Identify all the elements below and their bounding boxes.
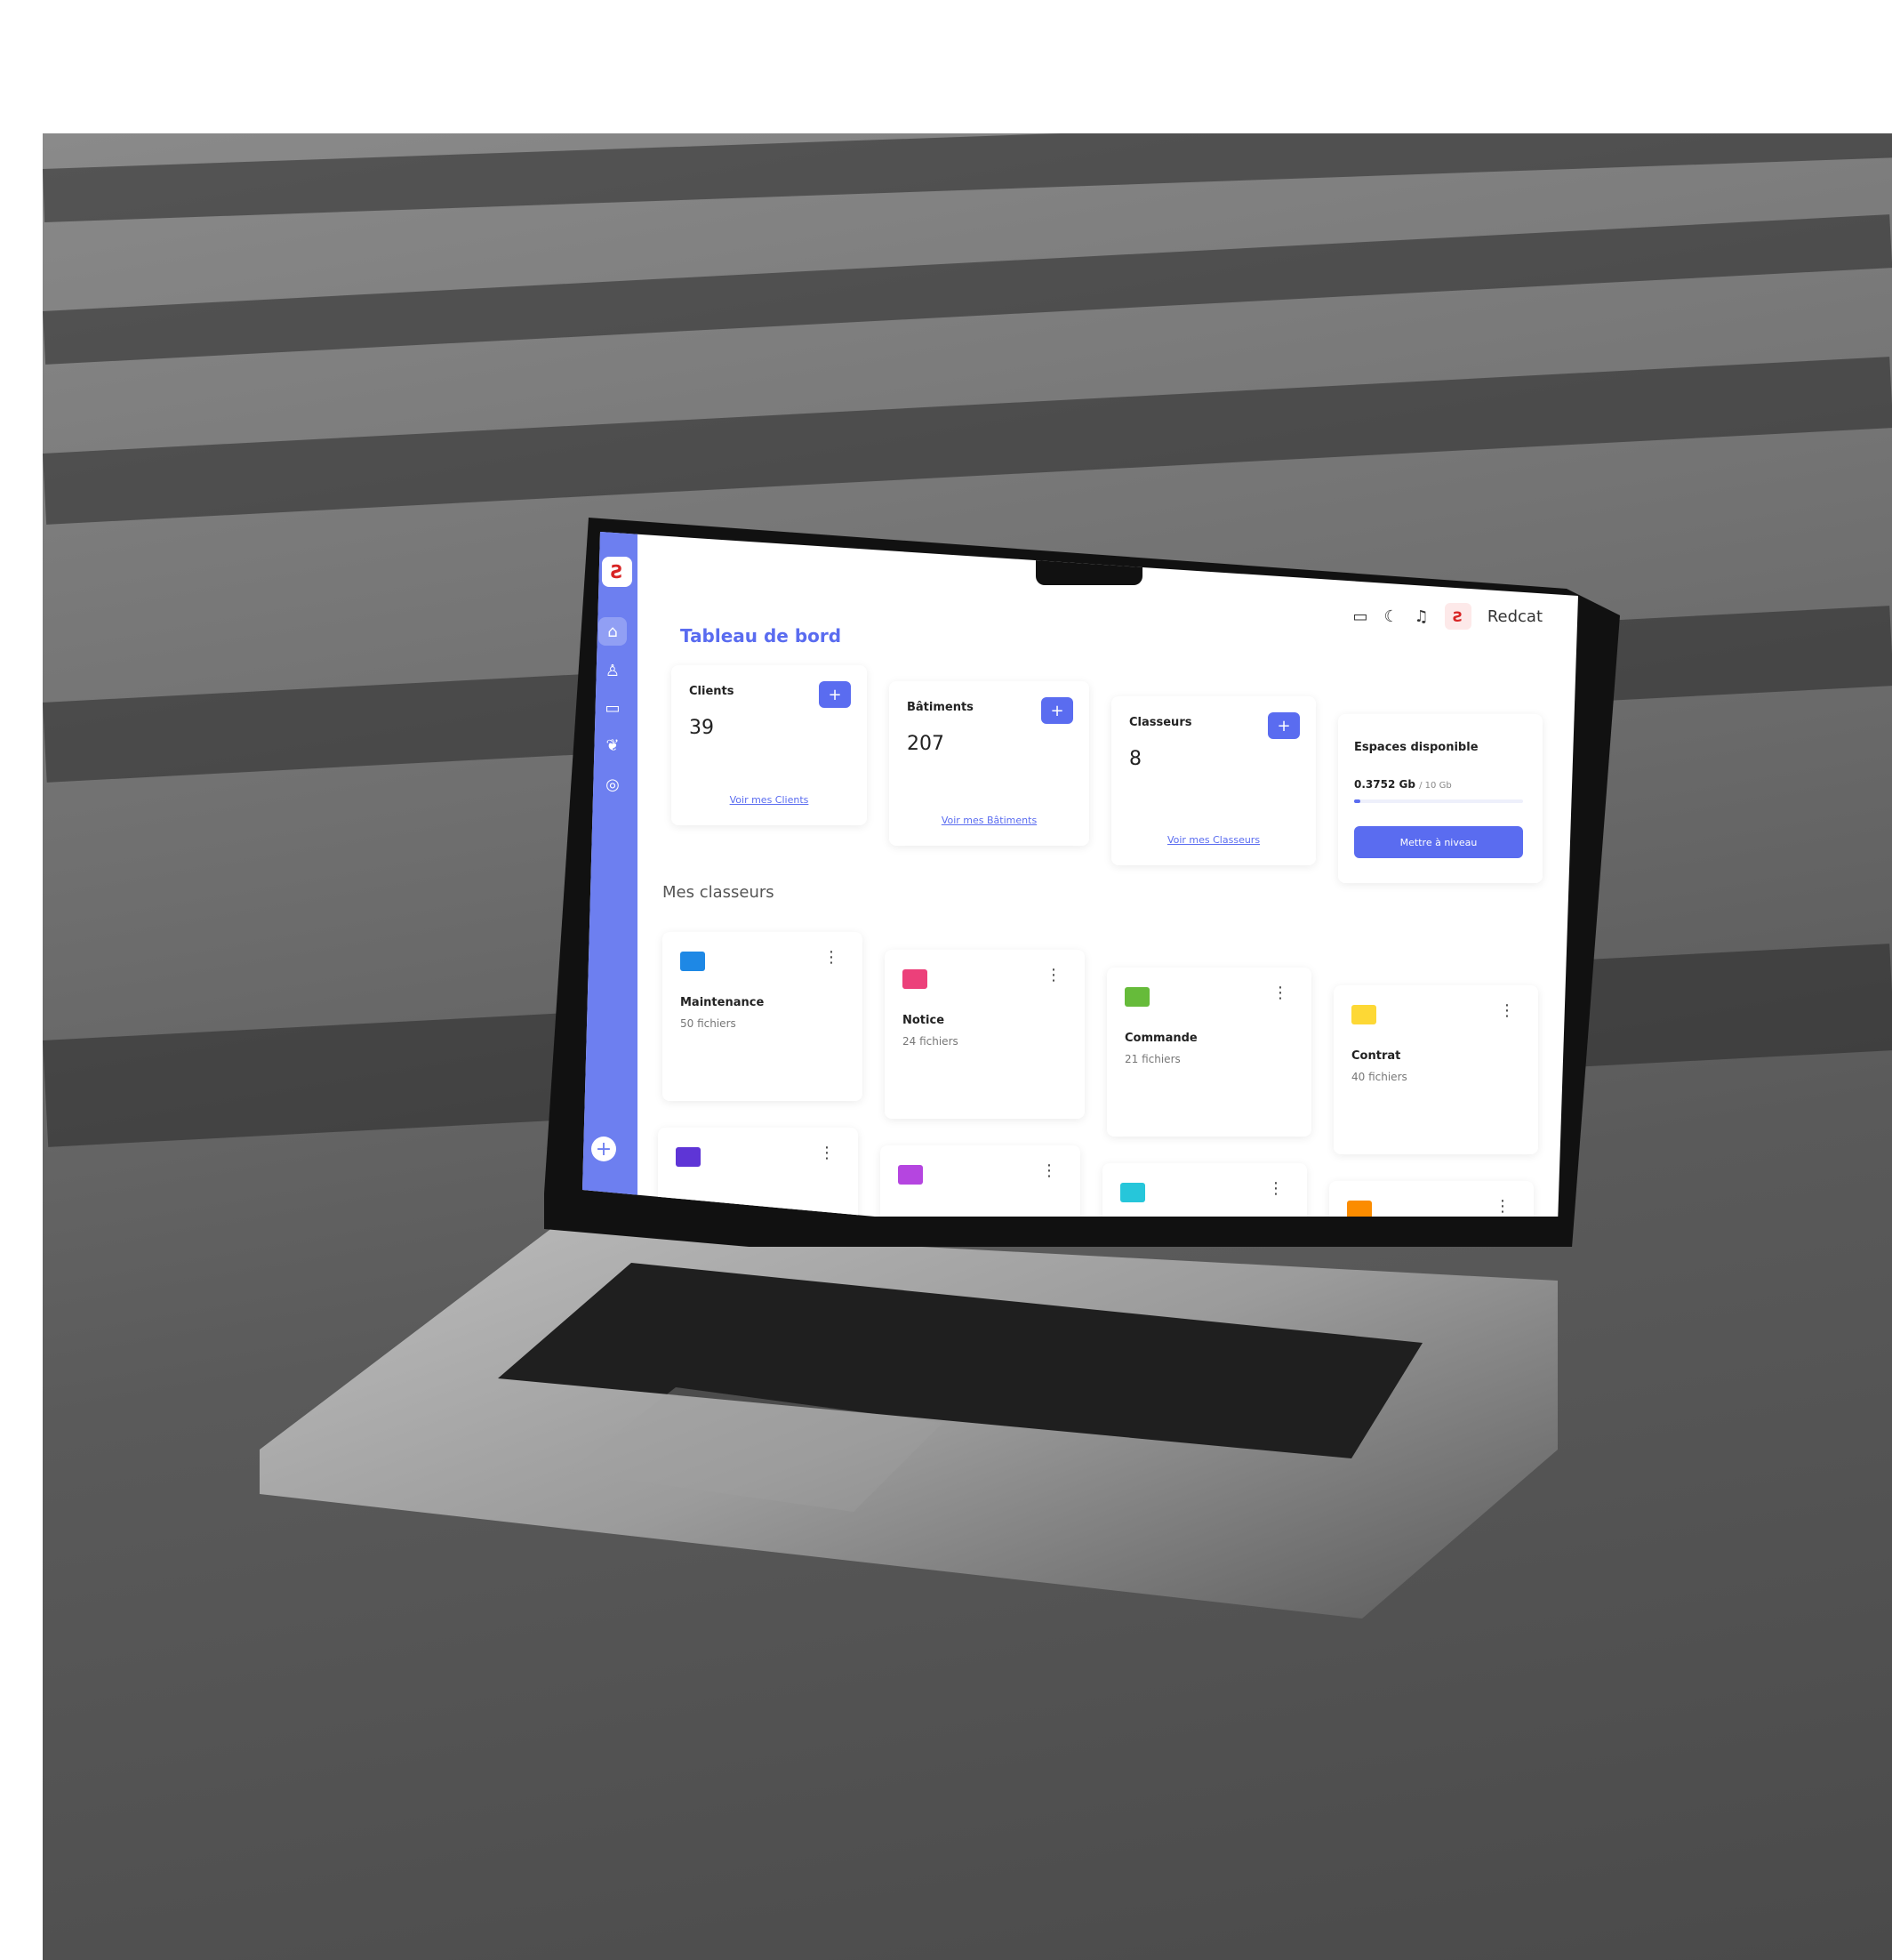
stat-title: Bâtiments	[907, 701, 974, 714]
storage-progress-fill	[1354, 799, 1361, 803]
more-options-icon[interactable]: ⋮	[1499, 1003, 1515, 1019]
folder-card[interactable]: ⋮	[1329, 1181, 1534, 1217]
storage-total: / 10 Gb	[1419, 781, 1452, 791]
folder-icon[interactable]: ▭	[598, 694, 627, 722]
folder-icon	[1125, 987, 1150, 1007]
stat-value: 207	[907, 733, 944, 755]
add-client-button[interactable]: +	[819, 681, 851, 708]
moon-icon[interactable]: ☾	[1384, 607, 1399, 626]
more-options-icon[interactable]: ⋮	[819, 1145, 835, 1161]
folder-name: Contrat	[1351, 1049, 1401, 1063]
folder-name: Notice	[902, 1014, 945, 1027]
folder-count: 24 fichiers	[902, 1035, 958, 1048]
folder-icon[interactable]: ▭	[1353, 607, 1368, 626]
more-options-icon[interactable]: ⋮	[1268, 1181, 1284, 1197]
stat-card-buildings: Bâtiments 207 + Voir mes Bâtiments	[889, 681, 1089, 846]
folder-card[interactable]: ⋮ Notice 24 fichiers	[885, 950, 1085, 1119]
stat-value: 39	[689, 717, 714, 739]
storage-used: 0.3752 Gb / 10 Gb	[1354, 778, 1452, 791]
add-icon[interactable]: +	[591, 1137, 616, 1161]
leaf-icon[interactable]: ❦	[598, 731, 627, 759]
storage-card: Espaces disponible 0.3752 Gb / 10 Gb Met…	[1338, 714, 1543, 883]
storage-progress-bar	[1354, 799, 1523, 803]
more-options-icon[interactable]: ⋮	[823, 950, 839, 966]
folder-card[interactable]: ⋮ Commande 21 fichiers	[1107, 968, 1311, 1137]
folder-card[interactable]: ⋮	[1102, 1163, 1307, 1217]
stat-title: Classeurs	[1129, 716, 1192, 729]
user-icon[interactable]: ♙	[598, 656, 627, 685]
folder-name: Commande	[1125, 1032, 1198, 1045]
folder-count: 40 fichiers	[1351, 1071, 1407, 1083]
stat-value: 8	[1129, 748, 1142, 770]
folder-card[interactable]: ⋮ Maintenance 50 fichiers	[662, 932, 862, 1101]
user-name[interactable]: Redcat	[1487, 607, 1543, 626]
folder-card[interactable]: ⋮ Contrat 40 fichiers	[1334, 985, 1538, 1154]
laptop-screen: Ƨ ⌂ ♙ ▭ ❦ ◎ + Tableau de bord ▭ ☾ ♫ Ƨ Re…	[582, 532, 1578, 1217]
window-shadow	[43, 357, 1892, 525]
settings-icon[interactable]: ◎	[598, 770, 627, 799]
stat-card-binders: Classeurs 8 + Voir mes Classeurs	[1111, 696, 1316, 865]
app-logo[interactable]: Ƨ	[602, 557, 632, 587]
folder-icon	[1351, 1005, 1376, 1024]
window-shadow	[43, 214, 1892, 365]
home-icon[interactable]: ⌂	[598, 617, 627, 646]
folder-icon	[1120, 1183, 1145, 1202]
add-binder-button[interactable]: +	[1268, 712, 1300, 739]
see-binders-link[interactable]: Voir mes Classeurs	[1111, 834, 1316, 846]
folder-name: Maintenance	[680, 996, 765, 1009]
folder-count: 21 fichiers	[1125, 1053, 1181, 1065]
folder-icon	[902, 969, 927, 989]
storage-title: Espaces disponible	[1354, 741, 1479, 754]
folder-icon	[1347, 1201, 1372, 1217]
window-shadow	[43, 133, 1892, 222]
more-options-icon[interactable]: ⋮	[1272, 985, 1288, 1001]
see-clients-link[interactable]: Voir mes Clients	[671, 794, 867, 806]
storage-used-value: 0.3752 Gb	[1354, 778, 1415, 791]
folder-icon	[898, 1165, 923, 1185]
section-title: Mes classeurs	[662, 883, 774, 902]
more-options-icon[interactable]: ⋮	[1041, 1163, 1057, 1179]
folder-card[interactable]: ⋮	[880, 1145, 1080, 1217]
bell-icon[interactable]: ♫	[1415, 607, 1429, 626]
see-buildings-link[interactable]: Voir mes Bâtiments	[889, 815, 1089, 826]
add-building-button[interactable]: +	[1041, 697, 1073, 724]
topbar: ▭ ☾ ♫ Ƨ Redcat	[1353, 603, 1543, 630]
more-options-icon[interactable]: ⋮	[1495, 1199, 1511, 1215]
folder-count: 50 fichiers	[680, 1017, 736, 1030]
more-options-icon[interactable]: ⋮	[1046, 968, 1062, 984]
page-title: Tableau de bord	[680, 625, 842, 647]
folder-icon	[676, 1147, 701, 1167]
avatar[interactable]: Ƨ	[1444, 603, 1471, 630]
stat-card-clients: Clients 39 + Voir mes Clients	[671, 665, 867, 825]
folder-icon	[680, 952, 705, 971]
stat-title: Clients	[689, 685, 734, 698]
upgrade-button[interactable]: Mettre à niveau	[1354, 826, 1523, 858]
